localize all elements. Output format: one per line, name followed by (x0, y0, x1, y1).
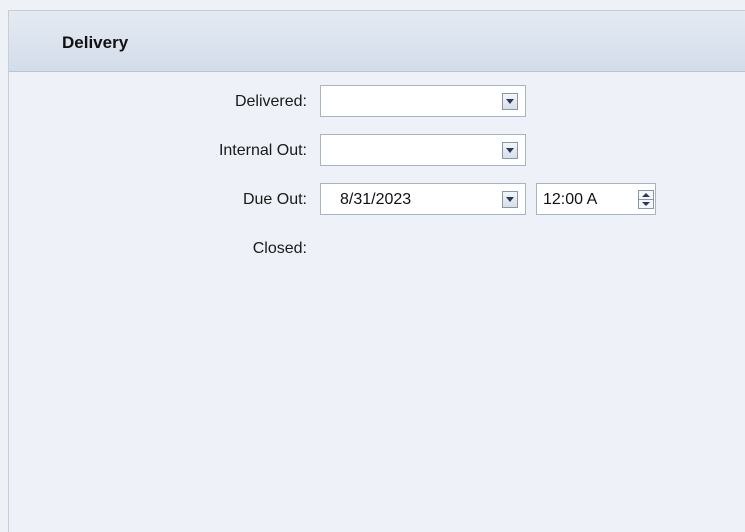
spin-up-icon (642, 193, 650, 197)
internal-out-dropdown-button[interactable] (502, 142, 518, 159)
panel-title: Delivery (62, 33, 129, 52)
due-out-dropdown-button[interactable] (502, 191, 518, 208)
time-spin-up-button[interactable] (639, 191, 653, 200)
delivery-panel: Delivery Delivered: Internal Out: Due Ou… (8, 10, 745, 532)
chevron-down-icon (506, 99, 514, 104)
due-out-time-value: 12:00 A (543, 191, 598, 208)
delivered-combo[interactable] (320, 85, 526, 117)
due-out-label: Due Out: (242, 191, 307, 208)
panel-header: Delivery (9, 11, 745, 72)
due-out-date-combo[interactable]: 8/31/2023 (320, 183, 526, 215)
delivered-label: Delivered: (234, 93, 307, 110)
spin-down-icon (642, 202, 650, 206)
due-out-date-value: 8/31/2023 (340, 191, 412, 208)
due-out-time-field[interactable]: 12:00 A (536, 183, 656, 215)
delivered-dropdown-button[interactable] (502, 93, 518, 110)
time-spin-down-button[interactable] (639, 200, 653, 208)
closed-label: Closed: (252, 240, 307, 257)
internal-out-label: Internal Out: (218, 142, 307, 159)
internal-out-combo[interactable] (320, 134, 526, 166)
time-spinner[interactable] (638, 190, 654, 209)
chevron-down-icon (506, 148, 514, 153)
chevron-down-icon (506, 197, 514, 202)
